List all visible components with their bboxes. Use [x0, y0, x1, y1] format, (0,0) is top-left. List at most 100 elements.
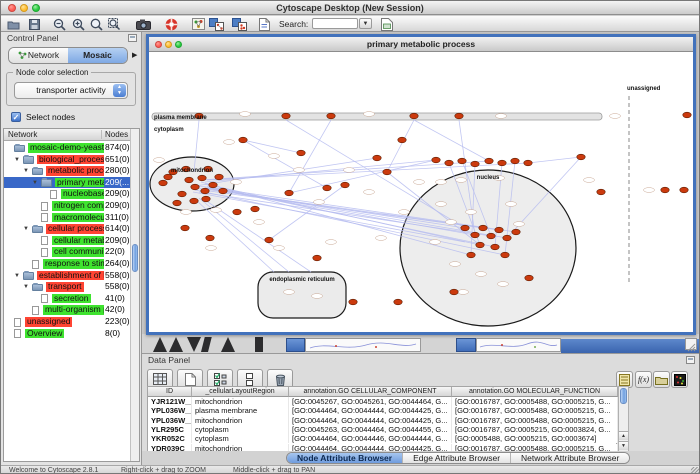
- table-row-yjr121w-1[interactable]: YJR121W__1mitochondrion[GO:0045267, GO:0…: [148, 397, 618, 406]
- network-node[interactable]: [458, 158, 466, 164]
- tab-overflow-icon[interactable]: ▶: [132, 51, 137, 59]
- snapshot-icon[interactable]: [136, 17, 151, 31]
- column-header-id[interactable]: ID: [148, 387, 192, 397]
- table-scrollbar[interactable]: ▲ ▼: [618, 386, 629, 452]
- table-row-ykr052c[interactable]: YKR052Ccytoplasm[GO:0044464, GO:0044446,…: [148, 434, 618, 443]
- node-color-dropdown[interactable]: transporter activity ▲▼: [14, 82, 128, 99]
- network-node[interactable]: [487, 233, 495, 239]
- tree-node-label[interactable]: cellular metabol: [52, 236, 104, 246]
- network-node[interactable]: [323, 185, 331, 191]
- network-node[interactable]: [285, 190, 293, 196]
- tree-col-nodes[interactable]: Nodes: [101, 130, 128, 139]
- import-network-icon[interactable]: [379, 17, 394, 31]
- tree-row-biological-process[interactable]: ▼biological_process651(0): [4, 154, 130, 166]
- tree-node-label[interactable]: primary metabo: [55, 178, 104, 188]
- disclosure-triangle-icon[interactable]: ▼: [23, 167, 29, 175]
- network-node[interactable]: [476, 242, 484, 248]
- network-overview-icon[interactable]: [191, 17, 206, 31]
- table-scrollbar-thumb[interactable]: [620, 388, 627, 404]
- tree-node-label[interactable]: response to stimulu: [43, 259, 104, 269]
- network-node[interactable]: [373, 155, 381, 161]
- network-node[interactable]: [349, 299, 357, 305]
- network-node[interactable]: [341, 182, 349, 188]
- network-node[interactable]: [159, 180, 167, 186]
- network-node[interactable]: [495, 227, 503, 233]
- disclosure-triangle-icon[interactable]: ▼: [32, 179, 38, 187]
- app-titlebar[interactable]: Cytoscape Desktop (New Session): [1, 1, 699, 15]
- network-node[interactable]: [185, 177, 193, 183]
- tree-node-label[interactable]: secretion: [52, 294, 91, 304]
- paste-view-icon[interactable]: [232, 17, 247, 31]
- tree-row-nucleobase-[interactable]: nucleobase-209(0): [4, 188, 130, 200]
- network-node[interactable]: [485, 158, 493, 164]
- network-node[interactable]: [525, 275, 533, 281]
- network-node[interactable]: [511, 158, 519, 164]
- tree-row-transport[interactable]: ▼transport558(0): [4, 281, 130, 293]
- network-node[interactable]: [181, 225, 189, 231]
- network-node[interactable]: [233, 209, 241, 215]
- float-data-panel-icon[interactable]: [686, 356, 695, 364]
- network-node[interactable]: [680, 187, 688, 193]
- tree-node-label[interactable]: mosaic-demo-yeast: [28, 143, 104, 153]
- network-node[interactable]: [683, 112, 691, 118]
- select-nodes-checkbox[interactable]: ✓: [11, 112, 21, 122]
- network-node[interactable]: [297, 150, 305, 156]
- network-node[interactable]: [512, 229, 520, 235]
- network-node[interactable]: [491, 244, 499, 250]
- tree-scrollbar-thumb[interactable]: [132, 244, 138, 272]
- tree-node-label[interactable]: establishment of lo: [37, 271, 104, 281]
- network-node[interactable]: [327, 113, 335, 119]
- network-node[interactable]: [410, 113, 418, 119]
- network-node[interactable]: [471, 161, 479, 167]
- background-window-titlebar[interactable]: [286, 338, 305, 352]
- tab-node-attribute-browser[interactable]: Node Attribute Browser: [287, 453, 403, 463]
- tree-row-secretion[interactable]: secretion41(0): [4, 293, 130, 305]
- disclosure-triangle-icon[interactable]: ▼: [14, 156, 20, 164]
- tab-network-attribute-browser[interactable]: Network Attribute Browser: [511, 453, 629, 463]
- network-node[interactable]: [461, 225, 469, 231]
- network-node[interactable]: [445, 160, 453, 166]
- disclosure-triangle-icon[interactable]: ▼: [14, 272, 20, 280]
- matrix-view-icon[interactable]: [671, 371, 688, 388]
- network-node[interactable]: [383, 169, 391, 175]
- network-node[interactable]: [524, 160, 532, 166]
- annotation-icon[interactable]: [257, 17, 272, 31]
- search-dropdown-icon[interactable]: ▼: [359, 18, 372, 29]
- network-node[interactable]: [265, 237, 273, 243]
- tree-node-label[interactable]: cell communicat: [52, 247, 104, 257]
- tree-row-response-to-stimulu[interactable]: response to stimulu264(0): [4, 258, 130, 270]
- tree-node-label[interactable]: cellular process: [46, 224, 104, 234]
- network-tree-header[interactable]: Network Nodes: [4, 129, 130, 141]
- tree-node-label[interactable]: nitrogen compo: [52, 201, 104, 211]
- table-row-ypl036w-1[interactable]: YPL036W__1mitochondrion[GO:0044464, GO:0…: [148, 416, 618, 425]
- save-icon[interactable]: [27, 17, 42, 31]
- column-header--cellularlayoutregion[interactable]: _cellularLayoutRegion: [192, 387, 289, 397]
- network-window-titlebar[interactable]: primary metabolic process: [149, 37, 693, 52]
- scroll-up-icon[interactable]: ▲: [619, 431, 628, 440]
- network-node[interactable]: [498, 160, 506, 166]
- window-grow-icon[interactable]: [691, 467, 700, 474]
- tree-row-unassigned[interactable]: unassigned223(0): [4, 316, 130, 328]
- network-node[interactable]: [501, 252, 509, 258]
- network-node[interactable]: [206, 235, 214, 241]
- tree-row-cell-communicat[interactable]: cell communicat22(0): [4, 246, 130, 258]
- open-file-icon[interactable]: [6, 17, 21, 31]
- tree-row-cellular-process[interactable]: ▼cellular process614(0): [4, 223, 130, 235]
- tree-node-label[interactable]: Overview: [25, 329, 64, 339]
- network-node[interactable]: [455, 113, 463, 119]
- network-node[interactable]: [215, 174, 223, 180]
- copy-view-icon[interactable]: [209, 17, 224, 31]
- tree-row-establishment-of-lo[interactable]: ▼establishment of lo558(0): [4, 270, 130, 282]
- network-node[interactable]: [503, 235, 511, 241]
- background-window-fragment[interactable]: [476, 338, 561, 352]
- network-node[interactable]: [173, 200, 181, 206]
- tab-network[interactable]: Network: [9, 48, 68, 63]
- network-node[interactable]: [239, 137, 247, 143]
- tree-row-cellular-metabol[interactable]: cellular metabol209(0): [4, 235, 130, 247]
- help-icon[interactable]: [164, 17, 179, 31]
- tree-node-label[interactable]: transport: [46, 282, 84, 292]
- tree-row-macromolecule[interactable]: macromolecule311(0): [4, 212, 130, 224]
- network-node[interactable]: [219, 188, 227, 194]
- network-node[interactable]: [597, 189, 605, 195]
- tree-col-network[interactable]: Network: [8, 130, 37, 139]
